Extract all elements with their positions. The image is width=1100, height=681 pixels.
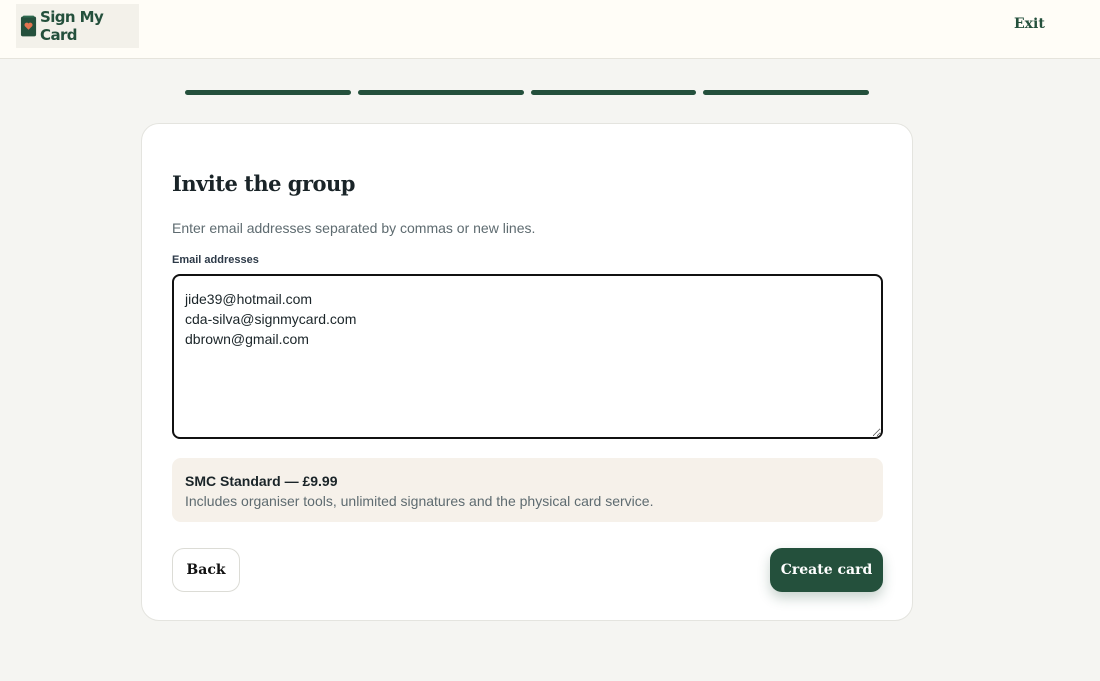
invite-card: Invite the group Enter email addresses s… (141, 123, 913, 621)
plan-summary: SMC Standard — £9.99 Includes organiser … (172, 458, 883, 522)
exit-link[interactable]: Exit (1014, 16, 1045, 32)
page-subtitle: Enter email addresses separated by comma… (172, 220, 536, 236)
back-button[interactable]: Back (172, 548, 240, 592)
email-field-label: Email addresses (172, 254, 259, 266)
plan-description: Includes organiser tools, unlimited sign… (185, 493, 654, 509)
plan-name: SMC Standard — £9.99 (185, 473, 338, 489)
create-card-button[interactable]: Create card (770, 548, 883, 592)
logo-text: Sign My Card (40, 8, 104, 44)
card-heart-icon (20, 15, 37, 37)
progress-bar (185, 90, 869, 95)
progress-step-4 (703, 90, 869, 95)
logo[interactable]: Sign My Card (16, 4, 139, 48)
top-bar: Sign My Card Exit (0, 0, 1100, 59)
page-title: Invite the group (172, 171, 356, 196)
progress-step-3 (530, 90, 697, 95)
progress-step-1 (185, 90, 351, 95)
progress-step-2 (357, 90, 524, 95)
email-addresses-input[interactable] (172, 274, 883, 439)
